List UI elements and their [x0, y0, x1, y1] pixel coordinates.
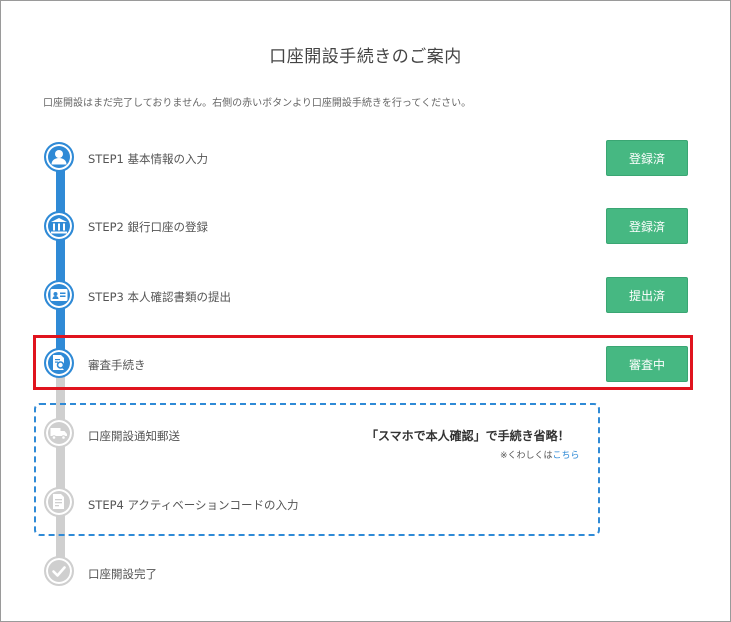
page-title: 口座開設手続きのご案内 [269, 47, 462, 67]
promo-note: ※くわしくはこちら [500, 448, 580, 461]
truck-icon [44, 418, 74, 448]
under-review-button[interactable]: 審査中 [606, 346, 688, 382]
registered-button-step2[interactable]: 登録済 [606, 208, 688, 244]
bank-icon [44, 211, 74, 241]
step-label-2: STEP2 銀行口座の登録 [88, 220, 208, 234]
step-label-4: STEP4 アクティベーションコードの入力 [88, 498, 299, 512]
step-label-review: 審査手続き [88, 358, 146, 372]
check-icon [44, 556, 74, 586]
step-label-mail: 口座開設通知郵送 [88, 429, 180, 443]
promo-note-prefix: ※くわしくは [500, 451, 553, 461]
promo-headline: 「スマホで本人確認」で手続き省略！ [366, 429, 570, 443]
step-label-complete: 口座開設完了 [88, 567, 157, 581]
document-search-icon [44, 348, 74, 378]
id-card-icon [44, 280, 74, 310]
details-link[interactable]: こちら [553, 451, 580, 461]
registered-button-step1[interactable]: 登録済 [606, 140, 688, 176]
smartphone-verification-box [34, 403, 600, 536]
status-notice: 口座開設はまだ完了しておりません。右側の赤いボタンより口座開設手続きを行ってくだ… [43, 98, 472, 109]
form-icon [44, 487, 74, 517]
step-label-3: STEP3 本人確認書類の提出 [88, 290, 231, 304]
submitted-button-step3[interactable]: 提出済 [606, 277, 688, 313]
person-icon [44, 142, 74, 172]
step-label-1: STEP1 基本情報の入力 [88, 152, 208, 166]
